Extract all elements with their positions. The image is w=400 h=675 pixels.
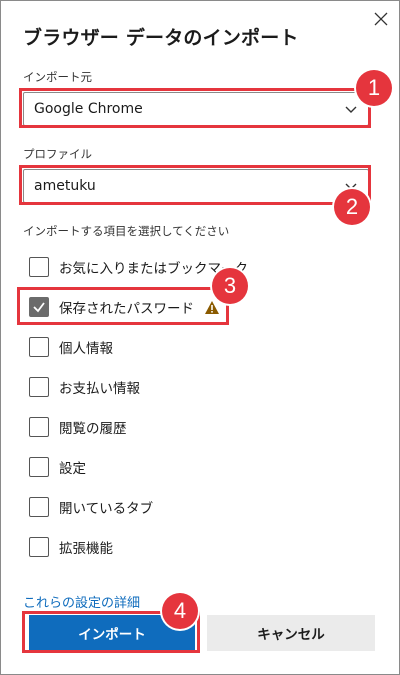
checkbox-browsing-history[interactable]: 閲覧の履歴 (29, 416, 127, 438)
source-select-value: Google Chrome (34, 101, 143, 117)
checkbox-box[interactable] (29, 377, 49, 397)
checkbox-label: 保存されたパスワード (59, 301, 194, 317)
checkbox-label: 設定 (59, 461, 86, 477)
checkbox-box[interactable] (29, 497, 49, 517)
checkbox-label: 閲覧の履歴 (59, 421, 127, 437)
settings-details-link[interactable]: これらの設定の詳細 (23, 592, 140, 611)
import-browser-data-dialog: ブラウザー データのインポート インポート元 Google Chrome プロフ… (0, 0, 400, 675)
profile-select[interactable]: ametuku (23, 169, 369, 203)
checkbox-label: 拡張機能 (59, 541, 113, 557)
annotation-badge-2: 2 (334, 189, 370, 225)
checkbox-box[interactable] (29, 297, 49, 317)
checkbox-box[interactable] (29, 257, 49, 277)
items-label: インポートする項目を選択してください (23, 224, 230, 238)
checkbox-label: お支払い情報 (59, 381, 140, 397)
dialog-title: ブラウザー データのインポート (23, 27, 299, 49)
checkbox-box[interactable] (29, 337, 49, 357)
annotation-badge-3: 3 (212, 268, 248, 304)
profile-select-value: ametuku (34, 178, 96, 194)
source-label: インポート元 (23, 70, 92, 84)
checkbox-payment-info[interactable]: お支払い情報 (29, 376, 140, 398)
checkmark-icon (33, 302, 45, 313)
warning-icon (204, 300, 220, 315)
checkbox-label: 個人情報 (59, 341, 113, 357)
profile-label: プロファイル (23, 147, 92, 161)
close-icon (374, 12, 388, 26)
checkbox-extensions[interactable]: 拡張機能 (29, 536, 113, 558)
checkbox-personal-info[interactable]: 個人情報 (29, 336, 113, 358)
cancel-button[interactable]: キャンセル (207, 615, 375, 651)
source-select[interactable]: Google Chrome (23, 92, 369, 126)
checkbox-box[interactable] (29, 457, 49, 477)
checkbox-label: 開いているタブ (59, 501, 154, 517)
annotation-badge-4: 4 (162, 593, 198, 629)
checkbox-box[interactable] (29, 537, 49, 557)
checkbox-settings[interactable]: 設定 (29, 456, 86, 478)
checkbox-open-tabs[interactable]: 開いているタブ (29, 496, 153, 518)
close-button[interactable] (369, 7, 393, 31)
checkbox-saved-passwords[interactable]: 保存されたパスワード (29, 296, 220, 318)
chevron-down-icon (345, 106, 357, 113)
checkbox-box[interactable] (29, 417, 49, 437)
annotation-badge-1: 1 (356, 70, 392, 106)
